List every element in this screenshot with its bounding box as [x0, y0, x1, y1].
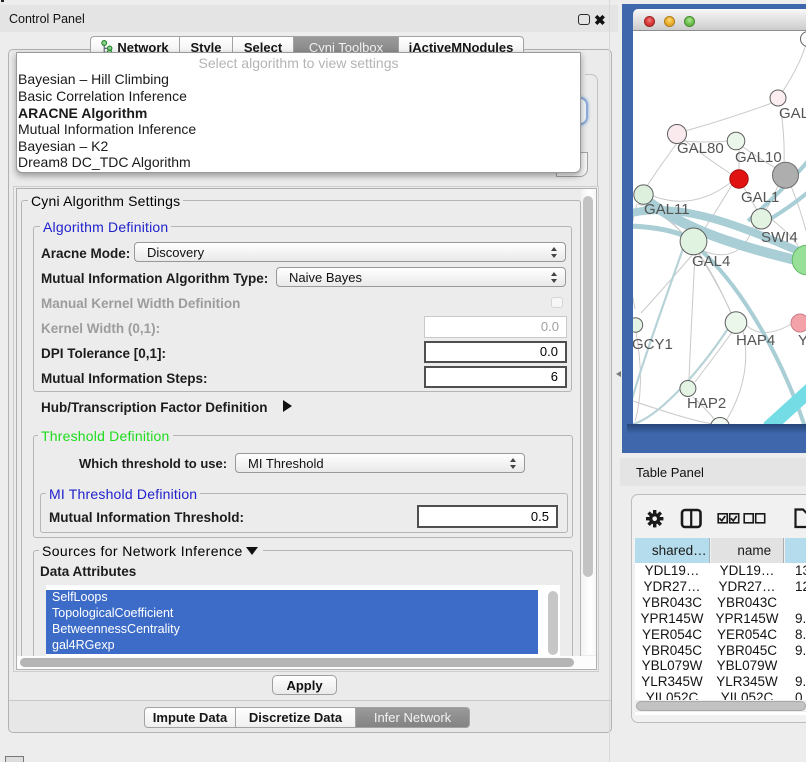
svg-text:SWI4: SWI4	[761, 229, 798, 246]
svg-text:GAL80: GAL80	[677, 140, 724, 157]
svg-text:HAP2: HAP2	[687, 395, 726, 412]
svg-text:Y: Y	[798, 332, 806, 349]
svg-text:GAL10: GAL10	[735, 149, 782, 166]
svg-text:GAL2: GAL2	[779, 105, 806, 122]
svg-text:GAL1: GAL1	[741, 189, 779, 206]
svg-text:GAL11: GAL11	[644, 201, 690, 218]
svg-text:GAL4: GAL4	[692, 253, 730, 270]
svg-text:HAP4: HAP4	[736, 332, 775, 349]
svg-text:GCY1: GCY1	[633, 336, 673, 353]
